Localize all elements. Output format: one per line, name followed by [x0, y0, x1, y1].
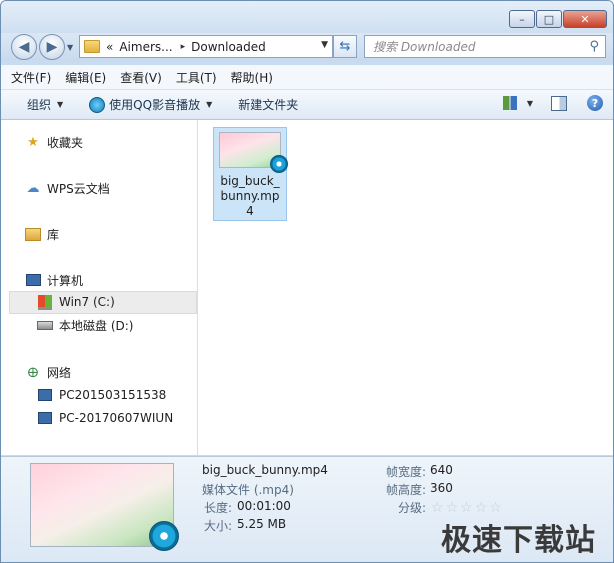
search-input[interactable]: 搜索 Downloaded ⚲ — [364, 35, 606, 58]
recent-pages-dropdown[interactable]: ▼ — [67, 43, 75, 52]
change-view-icon[interactable] — [502, 96, 517, 110]
sidebar-item-label: 网络 — [47, 365, 72, 380]
back-button[interactable]: ◀ — [11, 34, 37, 60]
menu-file[interactable]: 文件(F) — [11, 69, 51, 86]
detail-size-value: 5.25 MB — [237, 517, 287, 531]
detail-height-label: 帧高度: — [386, 483, 427, 497]
chevron-down-icon: ▼ — [206, 100, 213, 109]
star-icon[interactable]: ☆ — [446, 500, 459, 516]
address-bar[interactable]: « Aimers... ▸ Downloaded ▼ — [79, 35, 333, 58]
detail-file-type: 媒体文件 (.mp4) — [202, 483, 294, 497]
sidebar-item-library[interactable]: 库 — [25, 224, 59, 244]
rating-stars[interactable]: ☆ ☆ ☆ ☆ ☆ — [431, 500, 504, 516]
menu-view[interactable]: 查看(V) — [120, 69, 162, 86]
detail-size-label: 大小: — [204, 519, 233, 533]
refresh-button[interactable]: ⇆ — [333, 35, 357, 58]
breadcrumb-parent[interactable]: Aimers... — [119, 40, 172, 54]
details-pane: big_buck_bunny.mp4 媒体文件 (.mp4) 长度: 00:01… — [1, 456, 613, 562]
play-with-qq-label: 使用QQ影音播放 — [109, 98, 201, 112]
view-options-dropdown[interactable]: ▼ — [527, 99, 533, 108]
sidebar-item-label: 计算机 — [47, 273, 84, 288]
breadcrumb-current[interactable]: Downloaded — [191, 40, 266, 54]
folder-icon — [84, 40, 100, 53]
sidebar-item-label: 本地磁盘 (D:) — [59, 318, 134, 333]
detail-width-label: 帧宽度: — [386, 465, 427, 479]
help-icon[interactable]: ? — [587, 95, 603, 111]
navigation-pane: ★ 收藏夹 ☁ WPS云文档 库 计算机 Win7 (C:) 本地磁盘 (D:)… — [1, 120, 198, 455]
star-icon[interactable]: ☆ — [460, 500, 473, 516]
navigation-row: ◀ ▶ ▼ « Aimers... ▸ Downloaded ▼ ⇆ 搜索 Do… — [1, 33, 613, 61]
detail-length-label: 长度: — [204, 501, 233, 515]
sidebar-item-label: 收藏夹 — [47, 135, 84, 150]
detail-length-value: 00:01:00 — [237, 499, 291, 513]
network-computer-icon — [37, 411, 53, 425]
search-placeholder: 搜索 Downloaded — [373, 40, 476, 54]
windows-drive-icon — [37, 294, 53, 310]
sidebar-item-label: PC201503151538 — [59, 388, 167, 402]
file-list[interactable]: big_buck_bunny.mp4 — [198, 120, 613, 455]
sidebar-item-label: Win7 (C:) — [59, 295, 115, 309]
sidebar-item-drive-d[interactable]: 本地磁盘 (D:) — [37, 315, 133, 335]
close-button[interactable]: ✕ — [563, 10, 607, 28]
refresh-icon: ⇆ — [339, 39, 351, 54]
sidebar-item-computer[interactable]: 计算机 — [25, 270, 83, 290]
menu-bar: 文件(F) 编辑(E) 查看(V) 工具(T) 帮助(H) — [1, 65, 613, 90]
window-controls: – □ ✕ — [508, 10, 607, 28]
sidebar-item-network[interactable]: 🜨 网络 — [25, 362, 71, 382]
cloud-icon: ☁ — [26, 180, 40, 196]
network-computer-icon — [37, 388, 53, 402]
detail-rating-label: 分级: — [398, 501, 427, 515]
film-reel-icon — [270, 155, 288, 173]
explorer-window: – □ ✕ ◀ ▶ ▼ « Aimers... ▸ Downloaded ▼ ⇆… — [0, 0, 614, 563]
maximize-button[interactable]: □ — [536, 10, 562, 28]
sidebar-item-label: 库 — [47, 227, 60, 242]
detail-file-name: big_buck_bunny.mp4 — [202, 463, 328, 477]
menu-help[interactable]: 帮助(H) — [231, 69, 273, 86]
star-icon: ★ — [27, 134, 39, 150]
detail-width-value: 640 — [430, 463, 453, 477]
watermark-text: 极速下载站 — [441, 523, 596, 558]
star-icon[interactable]: ☆ — [489, 500, 502, 516]
star-icon[interactable]: ☆ — [431, 500, 444, 516]
magnifier-icon[interactable]: ⚲ — [589, 39, 599, 54]
back-arrow-icon: ◀ — [18, 39, 30, 55]
qq-player-icon — [89, 96, 106, 113]
sidebar-item-label: WPS云文档 — [47, 181, 110, 196]
organize-label: 组织 — [27, 98, 52, 112]
address-overflow[interactable]: « — [106, 40, 113, 54]
sidebar-item-favorites[interactable]: ★ 收藏夹 — [25, 132, 83, 152]
hard-disk-icon — [37, 318, 53, 332]
play-with-qq-button[interactable]: 使用QQ影音播放 ▼ — [89, 96, 212, 113]
chevron-down-icon: ▼ — [57, 100, 64, 109]
view-controls: ▼ ? — [502, 95, 603, 111]
forward-button[interactable]: ▶ — [39, 34, 65, 60]
title-bar: – □ ✕ — [1, 1, 613, 33]
new-folder-label: 新建文件夹 — [238, 98, 299, 112]
breadcrumb-separator[interactable]: ▸ — [181, 42, 186, 52]
forward-arrow-icon: ▶ — [46, 39, 58, 55]
sidebar-item-wps[interactable]: ☁ WPS云文档 — [25, 178, 110, 198]
sidebar-item-drive-c[interactable]: Win7 (C:) — [37, 292, 115, 312]
sidebar-item-label: PC-20170607WIUN — [59, 411, 174, 425]
new-folder-button[interactable]: 新建文件夹 — [238, 96, 298, 113]
organize-button[interactable]: 组织 ▼ — [27, 96, 63, 113]
menu-edit[interactable]: 编辑(E) — [65, 69, 106, 86]
star-icon[interactable]: ☆ — [475, 500, 488, 516]
command-bar: 组织 ▼ 使用QQ影音播放 ▼ 新建文件夹 ▼ ? — [1, 90, 613, 120]
film-reel-icon — [149, 521, 179, 551]
network-icon: 🜨 — [27, 366, 39, 381]
minimize-button[interactable]: – — [509, 10, 535, 28]
file-item-selected[interactable]: big_buck_bunny.mp4 — [213, 127, 288, 221]
sidebar-item-pc2[interactable]: PC-20170607WIUN — [37, 408, 173, 428]
detail-height-value: 360 — [430, 481, 453, 495]
sidebar-item-pc1[interactable]: PC201503151538 — [37, 385, 166, 405]
file-name: big_buck_bunny.mp4 — [220, 174, 280, 218]
menu-tools[interactable]: 工具(T) — [176, 69, 217, 86]
video-thumbnail — [219, 132, 288, 173]
computer-icon — [25, 273, 41, 287]
library-icon — [25, 227, 41, 241]
address-dropdown[interactable]: ▼ — [321, 40, 328, 50]
preview-pane-icon[interactable] — [551, 95, 567, 111]
